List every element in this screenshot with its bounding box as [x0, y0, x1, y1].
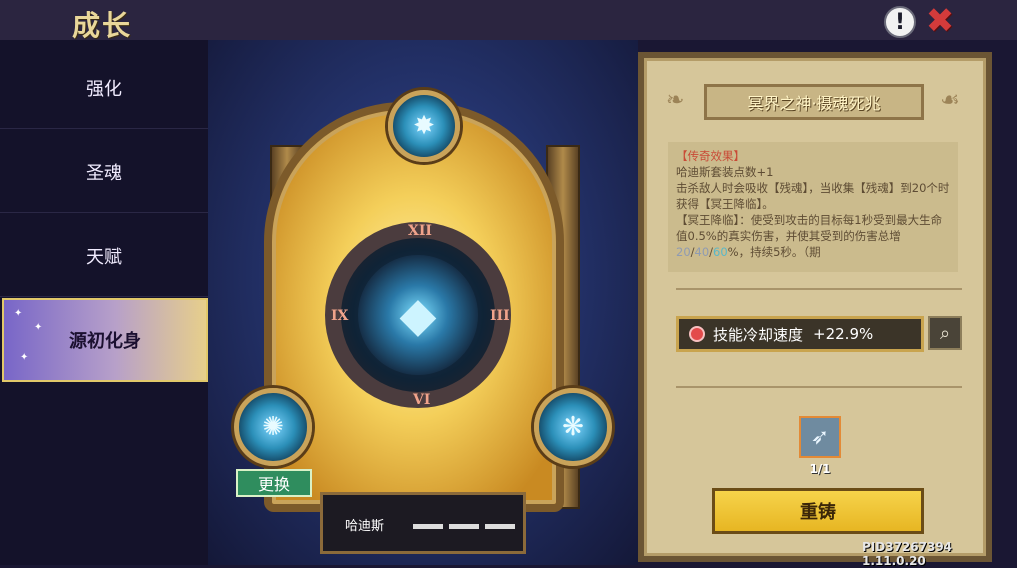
name-bar	[449, 524, 479, 529]
set-title: 冥界之神·摄魂死兆	[704, 84, 924, 120]
divider	[676, 288, 962, 290]
name-bar	[485, 524, 515, 529]
effect-line: 哈迪斯套装点数+1	[676, 165, 774, 179]
effect-heading: 【传奇效果】	[676, 149, 745, 163]
wing-icon: ❋	[562, 412, 584, 442]
numeral-top: XII	[408, 223, 432, 239]
sparkle-icon: ✦	[34, 322, 43, 333]
spider-crest-icon: ✸	[413, 111, 435, 141]
page-title: 成长	[72, 9, 133, 42]
sidebar-item-label: 源初化身	[69, 331, 141, 352]
sidebar-item-strengthen[interactable]: 强化	[0, 48, 208, 129]
sidebar-item-origin-avatar[interactable]: ✦ ✦ ✦ 源初化身	[2, 298, 208, 382]
sidebar-item-label: 圣魂	[86, 163, 122, 184]
divider	[676, 386, 962, 388]
magnifier-icon[interactable]: ⌕	[928, 316, 962, 350]
feather-icon: ➶	[810, 424, 830, 450]
stat-row: 技能冷却速度 +22.9%	[676, 316, 924, 352]
avatar-dial[interactable]: ◆	[325, 222, 511, 408]
numeral-left: IX	[331, 308, 349, 324]
crystal-emblem-icon: ◆	[358, 255, 478, 375]
recast-button[interactable]: 重铸	[712, 488, 924, 534]
numeral-right: III	[490, 308, 510, 324]
ornament-icon: ❧	[666, 88, 685, 113]
detail-panel: ❧ ☙ 冥界之神·摄魂死兆 【传奇效果】 哈迪斯套装点数+1 击杀敌人时会吸收【…	[638, 52, 992, 562]
left-skill-orb[interactable]: ✺	[234, 388, 312, 466]
sidebar-item-talent[interactable]: 天赋	[0, 216, 208, 297]
close-icon[interactable]: ✖	[925, 1, 955, 41]
swap-button[interactable]: 更换	[236, 469, 312, 497]
sidebar-item-label: 强化	[86, 79, 122, 100]
material-item[interactable]: ➶	[799, 416, 841, 458]
name-plate: 哈迪斯	[320, 492, 526, 554]
effect-line: 击杀敌人时会吸收【残魂】，当收集【残魂】到20个时获得【冥王降临】。	[676, 181, 950, 211]
sparkle-icon: ✦	[20, 352, 29, 363]
effect-description[interactable]: 【传奇效果】 哈迪斯套装点数+1 击杀敌人时会吸收【残魂】，当收集【残魂】到20…	[668, 142, 958, 272]
sidebar-item-label: 天赋	[86, 247, 122, 268]
gem-icon	[689, 326, 705, 342]
numeral-bottom: VI	[413, 392, 431, 408]
top-skill-orb[interactable]: ✸	[388, 90, 460, 162]
name-bar	[413, 524, 443, 529]
top-bar	[0, 0, 1017, 40]
avatar-name: 哈迪斯	[345, 519, 385, 534]
sparkle-icon: ✦	[14, 308, 23, 319]
info-icon[interactable]: !	[884, 6, 916, 38]
item-count: 1/1	[809, 462, 831, 476]
stat-value: +22.9%	[813, 325, 874, 343]
swirl-icon: ✺	[262, 412, 284, 442]
sidebar: 强化 圣魂 天赋 ✦ ✦ ✦ 源初化身	[0, 40, 208, 565]
stat-label: 技能冷却速度	[713, 325, 804, 344]
version-label: PID37267394 1.11.0.20	[862, 540, 953, 568]
sidebar-item-holy-soul[interactable]: 圣魂	[0, 132, 208, 213]
right-skill-orb[interactable]: ❋	[534, 388, 612, 466]
avatar-scene: ✸ ✺ ❋ ◆ XII IX III VI 更换 哈迪斯	[208, 40, 638, 565]
ornament-icon: ☙	[940, 88, 960, 113]
effect-line: 【冥王降临】：使受到攻击的目标每1秒受到最大生命值0.5%的真实伤害，并使其受到…	[676, 213, 943, 259]
